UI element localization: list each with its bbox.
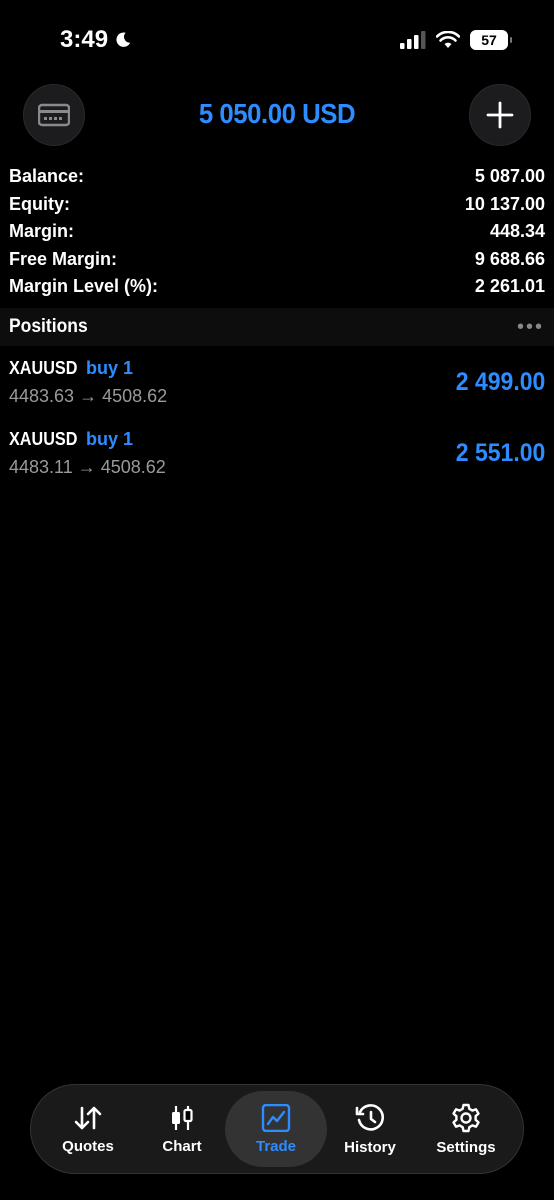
signal-icon [400,31,426,49]
tab-quotes[interactable]: Quotes [37,1091,139,1167]
tab-label: Chart [162,1137,202,1155]
margin-level-label: Margin Level (%): [9,276,159,296]
balance-label: Balance: [9,166,85,186]
position-row[interactable]: XAUUSD buy 1 4483.63 → 4508.62 2 499.00 [0,346,554,416]
more-options-icon[interactable]: ••• [517,316,544,339]
summary-row-balance: Balance: 5 087.00 [9,166,545,194]
summary-row-margin: Margin: 448.34 [9,221,545,249]
position-side: buy 1 [86,429,134,449]
margin-value: 448.34 [489,221,545,241]
tab-trade[interactable]: Trade [225,1091,327,1167]
position-prices: 4483.63 → 4508.62 [9,386,168,406]
status-icons: 57 [400,30,512,50]
margin-level-value: 2 261.01 [474,276,545,296]
tab-settings[interactable]: Settings [415,1091,517,1167]
position-profit: 2 499.00 [455,368,545,396]
plus-icon [486,101,514,129]
candlestick-icon [172,1105,193,1130]
battery-level: 57 [481,32,497,48]
tab-history[interactable]: History [319,1091,421,1167]
summary-row-equity: Equity: 10 137.00 [9,194,545,222]
trade-chart-icon [261,1103,291,1132]
clock-text: 3:49 [60,26,109,53]
summary-row-free-margin: Free Margin: 9 688.66 [9,249,545,277]
gear-icon [452,1103,480,1132]
section-title: Positions [9,316,88,337]
status-bar: 3:49 57 [0,0,554,80]
margin-label: Margin: [9,221,74,241]
position-prices: 4483.11 → 4508.62 [9,457,166,477]
tab-label: Trade [255,1137,297,1155]
tab-label: Quotes [62,1137,114,1155]
quotes-arrows-icon [74,1106,102,1129]
equity-label: Equity: [9,193,70,214]
position-side: buy 1 [86,358,134,378]
position-symbol: XAUUSD [9,358,78,378]
history-clock-icon [355,1103,384,1131]
new-order-button[interactable] [469,84,531,146]
tab-bar: Quotes Chart Trade History Settings [30,1084,524,1174]
equity-value: 10 137.00 [464,193,545,214]
free-margin-value: 9 688.66 [474,248,545,269]
position-profit: 2 551.00 [455,439,545,467]
tab-label: History [344,1138,396,1156]
summary-row-margin-level: Margin Level (%): 2 261.01 [9,276,545,304]
status-time: 3:49 [60,26,132,54]
account-summary: Balance: 5 087.00 Equity: 10 137.00 Marg… [9,166,545,304]
position-symbol: XAUUSD [9,429,78,449]
battery-icon: 57 [470,30,512,50]
header: 5 050.00 USD [0,84,554,146]
moon-icon [116,32,131,47]
free-margin-label: Free Margin: [9,248,118,269]
tab-chart[interactable]: Chart [131,1091,233,1167]
tab-label: Settings [436,1138,496,1156]
page-title: 5 050.00 USD [198,98,356,129]
wifi-icon [436,31,460,48]
position-row[interactable]: XAUUSD buy 1 4483.11 → 4508.62 2 551.00 [0,417,554,487]
positions-section-header: Positions ••• [0,308,554,346]
balance-value: 5 087.00 [474,166,545,186]
